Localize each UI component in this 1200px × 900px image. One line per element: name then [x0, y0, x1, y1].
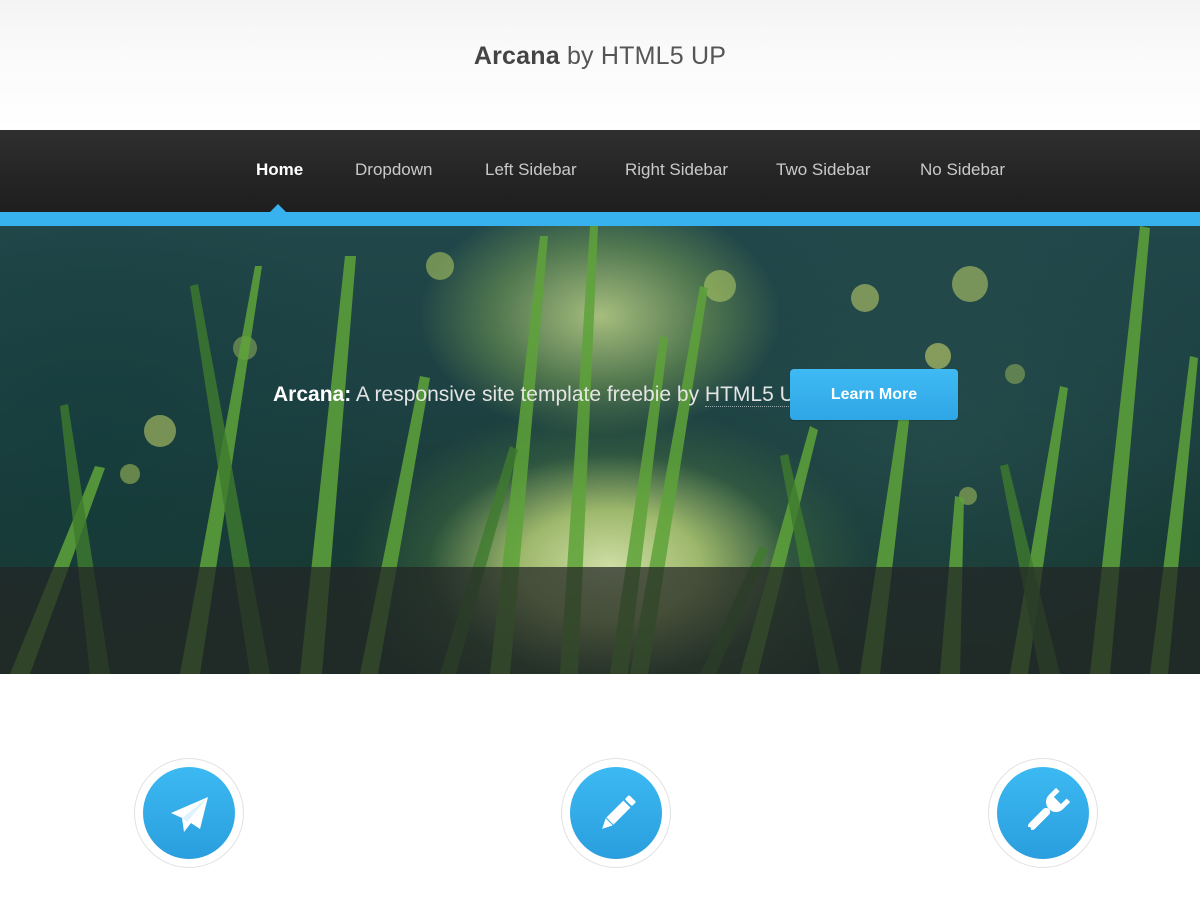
site-logo[interactable]: Arcana by HTML5 UP	[0, 42, 1200, 71]
banner-caption-bar	[0, 567, 1200, 674]
logo-byline: by HTML5 UP	[559, 42, 727, 70]
wrench-icon	[1027, 787, 1071, 831]
learn-more-button[interactable]: Learn More	[790, 369, 958, 420]
hero-banner	[0, 226, 1200, 674]
nav-item-dropdown[interactable]: Dropdown	[355, 160, 433, 180]
feature-wrench	[988, 758, 1098, 868]
active-nav-indicator	[270, 204, 286, 212]
feature-paper-plane	[134, 758, 244, 868]
nav-accent-bar	[0, 212, 1200, 226]
nav-item-left-sidebar[interactable]: Left Sidebar	[485, 160, 577, 180]
paper-plane-icon	[171, 797, 208, 832]
nav-item-two-sidebar[interactable]: Two Sidebar	[776, 160, 871, 180]
pencil-icon	[602, 795, 636, 829]
nav-item-right-sidebar[interactable]: Right Sidebar	[625, 160, 728, 180]
nav-item-home[interactable]: Home	[256, 160, 303, 180]
nav-item-no-sidebar[interactable]: No Sidebar	[920, 160, 1005, 180]
site-header: Arcana by HTML5 UP	[0, 0, 1200, 130]
feature-pencil	[561, 758, 671, 868]
caption-description: A responsive site template freebie by	[351, 383, 705, 406]
main-nav	[0, 130, 1200, 212]
logo-name: Arcana	[473, 42, 560, 70]
banner-caption-text: Arcana: A responsive site template freeb…	[273, 383, 809, 407]
caption-title: Arcana:	[273, 383, 352, 406]
